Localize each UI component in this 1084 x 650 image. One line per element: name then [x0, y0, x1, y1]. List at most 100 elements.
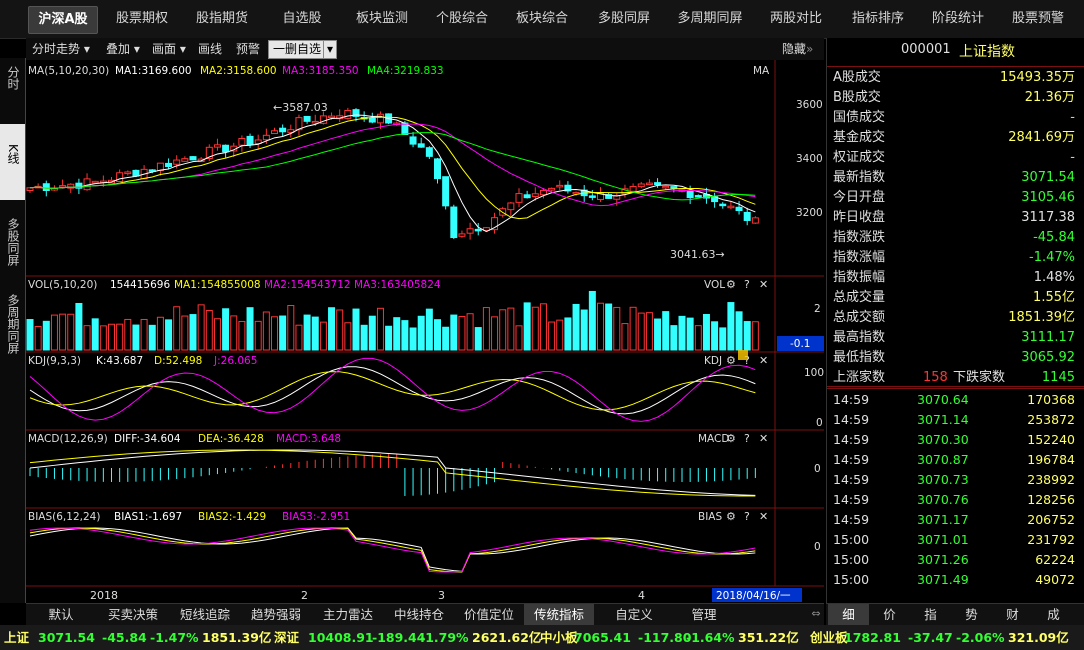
nav-10[interactable]: 指标排序 — [842, 0, 914, 38]
up-count: 158 — [923, 370, 948, 385]
quote-tab[interactable]: 财 — [992, 604, 1033, 626]
nav-6[interactable]: 板块综合 — [506, 0, 578, 38]
candlestick — [91, 180, 99, 184]
volume-bar — [458, 315, 466, 351]
quote-tab[interactable]: 成 — [1033, 604, 1074, 626]
close-icon[interactable]: ✕ — [759, 510, 768, 523]
draw-line-button[interactable]: 画线 — [198, 38, 222, 60]
close-icon[interactable]: ✕ — [759, 278, 768, 291]
gear-icon[interactable]: ⚙ — [726, 510, 736, 523]
overlay-menu[interactable]: 叠加 ▾ — [106, 38, 140, 60]
indicator-tab[interactable]: 价值定位 — [454, 604, 524, 626]
volume-bar — [295, 324, 303, 351]
volume-bar — [67, 313, 75, 351]
gear-icon[interactable]: ⚙ — [726, 432, 736, 445]
nav-8[interactable]: 多周期同屏 — [670, 0, 750, 38]
bias-1: BIAS1:-1.697 — [114, 511, 182, 523]
quote-row: A股成交 15493.35万 — [831, 68, 1077, 88]
quote-row-label: 最低指数 — [833, 350, 886, 365]
tab-multi-period[interactable]: 多周期同屏 — [0, 294, 25, 374]
ticker-pct: -1.47% — [150, 630, 199, 645]
volume-bar — [588, 290, 596, 351]
volume-bar — [205, 310, 213, 351]
tick-time: 14:59 — [833, 452, 870, 467]
delete-watchlist-button[interactable]: 一删自选 — [268, 40, 327, 59]
gear-icon[interactable]: ⚙ — [726, 354, 736, 367]
hide-panel-button[interactable]: 隐藏» — [782, 38, 813, 60]
indicator-tab[interactable]: 买卖决策 — [96, 604, 170, 626]
nav-0[interactable]: 沪深A股 — [28, 6, 98, 34]
scroll-arrows-icon[interactable]: ⇔ — [808, 603, 824, 625]
alert-button[interactable]: 预警 — [236, 38, 260, 60]
indicator-tab[interactable]: 趋势强弱 — [240, 604, 312, 626]
ticker-change: -117.80 — [638, 630, 692, 645]
help-icon[interactable]: ? — [744, 432, 750, 445]
nav-9[interactable]: 两股对比 — [762, 0, 830, 38]
ticker-amount: 321.09亿 — [1008, 630, 1069, 645]
ticker-price: 10408.91 — [308, 630, 374, 645]
indicator-tab[interactable]: 主力雷达 — [312, 604, 384, 626]
quote-row: 基金成交 2841.69万 — [831, 128, 1077, 148]
nav-12[interactable]: 股票预警 — [1002, 0, 1074, 38]
volume-bar — [279, 315, 287, 351]
ticker-name[interactable]: 深证 — [274, 625, 299, 650]
nav-4[interactable]: 板块监测 — [346, 0, 418, 38]
kline-chart[interactable]: MA(5,10,20,30) MA1:3169.600 MA2:3158.600… — [26, 60, 824, 603]
quote-row-label: 最高指数 — [833, 330, 886, 345]
tick-time: 14:59 — [833, 412, 870, 427]
quote-row: 总成交量 1.55亿 — [831, 288, 1077, 308]
draw-menu[interactable]: 画面 ▾ — [152, 38, 186, 60]
volume-bar — [507, 307, 515, 351]
watchlist-dropdown[interactable]: ▾ — [323, 40, 338, 59]
nav-11[interactable]: 阶段统计 — [922, 0, 994, 38]
indicator-tab[interactable]: 中线持仓 — [384, 604, 454, 626]
indicator-tab[interactable]: 管理 — [674, 604, 734, 626]
volume-bar — [238, 320, 246, 351]
quote-row-value: - — [1070, 150, 1075, 165]
chevron-down-icon: ▾ — [133, 42, 140, 56]
help-icon[interactable]: ? — [744, 510, 750, 523]
gear-icon[interactable]: ⚙ — [726, 278, 736, 291]
timeframe-label: 分时走势 — [32, 42, 81, 56]
volume-bar — [425, 308, 433, 351]
tab-kline[interactable]: K线 — [0, 124, 25, 200]
ticker-price: 3071.54 — [38, 630, 95, 645]
quote-tab[interactable]: 价 — [869, 604, 910, 626]
indicator-tab[interactable]: 自定义 — [594, 604, 674, 626]
index-ticker-bar: 上证 3071.54 -45.84 -1.47% 1851.39亿 深证 10408.91-… — [0, 625, 1084, 650]
volume-bar — [466, 313, 474, 351]
nav-2[interactable]: 股指期货 — [186, 0, 258, 38]
indicator-tab[interactable]: 默认 — [26, 604, 96, 626]
high-annotation: ←3587.03 — [273, 101, 328, 114]
volume-bar — [26, 319, 34, 351]
ticker-change: -37.47 — [908, 630, 953, 645]
ticker-name[interactable]: 上证 — [4, 625, 29, 650]
ticker-name[interactable]: 创业板 — [810, 625, 848, 650]
macd-dea: DEA:-36.428 — [198, 433, 264, 445]
price-axis-label: 3400 — [796, 153, 823, 165]
ticker-name[interactable]: 中小板 — [540, 625, 578, 650]
close-icon[interactable]: ✕ — [759, 432, 768, 445]
nav-1[interactable]: 股票期权 — [106, 0, 178, 38]
indicator-tab[interactable]: 传统指标 — [524, 604, 594, 626]
nav-7[interactable]: 多股同屏 — [588, 0, 660, 38]
quote-tab[interactable]: 势 — [951, 604, 992, 626]
timeframe-menu[interactable]: 分时走势 ▾ — [32, 38, 90, 60]
nav-5[interactable]: 个股综合 — [426, 0, 498, 38]
nav-3[interactable]: 自选股 — [270, 0, 334, 38]
quote-tab[interactable]: 细 — [828, 604, 869, 626]
tab-multi-stock[interactable]: 多股同屏 — [0, 218, 25, 288]
indicator-tab[interactable]: 短线追踪 — [170, 604, 240, 626]
close-icon[interactable]: ✕ — [759, 354, 768, 367]
tick-row: 15:00 3071.49 49072 — [831, 570, 1077, 590]
help-icon[interactable]: ? — [744, 278, 750, 291]
vol-axis-label: 2 — [814, 303, 821, 315]
quote-tab[interactable]: 指 — [910, 604, 951, 626]
tick-volume: 128256 — [1027, 492, 1075, 507]
tab-intraday[interactable]: 分时 — [0, 62, 25, 106]
volume-bar — [189, 314, 197, 351]
vol-ma2: MA2:154543712 — [264, 279, 351, 291]
tick-volume: 196784 — [1027, 452, 1075, 467]
volume-bar — [613, 306, 621, 351]
ma4-value: MA4:3219.833 — [367, 65, 444, 77]
